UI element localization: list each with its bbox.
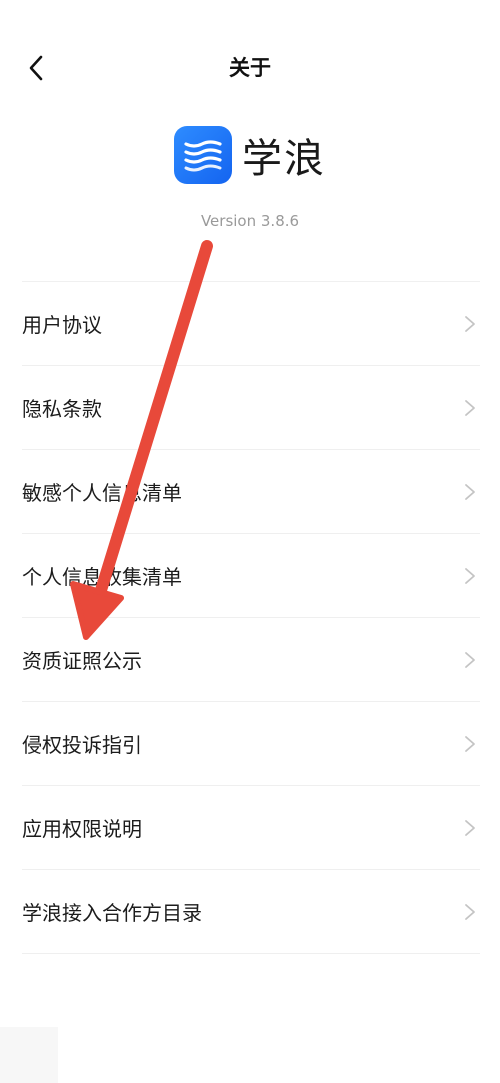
menu-item-label: 应用权限说明 xyxy=(22,817,142,841)
menu-item-label: 侵权投诉指引 xyxy=(22,733,142,757)
menu-item-info-collection-list[interactable]: 个人信息收集清单 xyxy=(22,534,480,618)
chevron-right-icon xyxy=(465,567,475,584)
about-menu-list: 用户协议 隐私条款 敏感个人信息清单 个人信息收集清单 资质证照公示 侵权投诉指… xyxy=(22,281,480,954)
menu-item-infringement-guide[interactable]: 侵权投诉指引 xyxy=(22,702,480,786)
chevron-right-icon xyxy=(465,903,475,920)
chevron-right-icon xyxy=(465,483,475,500)
menu-item-qualification-license[interactable]: 资质证照公示 xyxy=(22,618,480,702)
page-title: 关于 xyxy=(229,56,271,80)
menu-item-label: 敏感个人信息清单 xyxy=(22,481,182,505)
menu-item-label: 用户协议 xyxy=(22,313,102,337)
app-name: 学浪 xyxy=(242,136,326,182)
menu-item-partner-directory[interactable]: 学浪接入合作方目录 xyxy=(22,870,480,954)
menu-item-app-permissions[interactable]: 应用权限说明 xyxy=(22,786,480,870)
app-logo: 学浪 xyxy=(174,126,326,184)
menu-item-label: 隐私条款 xyxy=(22,397,102,421)
app-version: Version 3.8.6 xyxy=(200,212,300,230)
chevron-right-icon xyxy=(465,651,475,668)
menu-item-privacy-terms[interactable]: 隐私条款 xyxy=(22,366,480,450)
chevron-right-icon xyxy=(465,735,475,752)
menu-item-label: 资质证照公示 xyxy=(22,649,142,673)
menu-item-label: 学浪接入合作方目录 xyxy=(22,901,202,925)
menu-item-label: 个人信息收集清单 xyxy=(22,565,182,589)
menu-item-user-agreement[interactable]: 用户协议 xyxy=(22,282,480,366)
chevron-right-icon xyxy=(465,399,475,416)
menu-item-sensitive-info-list[interactable]: 敏感个人信息清单 xyxy=(22,450,480,534)
chevron-right-icon xyxy=(465,315,475,332)
xuelang-logo-icon xyxy=(174,126,232,184)
top-nav-bar: 关于 xyxy=(0,0,500,140)
bottom-corner-patch xyxy=(0,1027,58,1083)
chevron-right-icon xyxy=(465,819,475,836)
